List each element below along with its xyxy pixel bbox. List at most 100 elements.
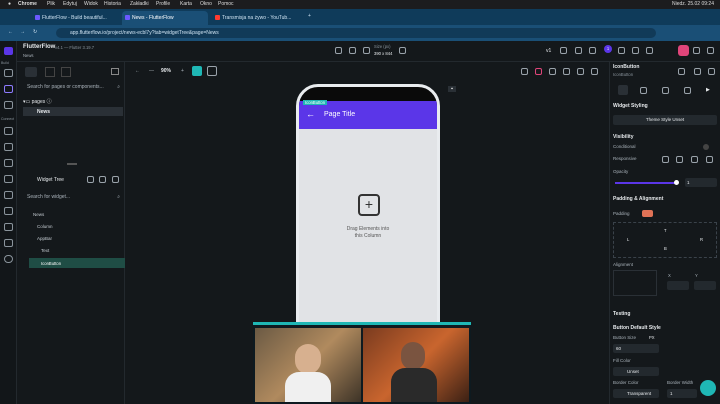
- padding-link-toggle[interactable]: [642, 210, 653, 217]
- search-icon[interactable]: [575, 47, 582, 54]
- fill-color-picker[interactable]: Unset: [613, 367, 659, 376]
- actions-tab-icon[interactable]: [640, 87, 647, 94]
- update-count-badge[interactable]: 1: [604, 45, 612, 53]
- properties-tab-icon[interactable]: [618, 85, 628, 95]
- database-icon[interactable]: [4, 175, 13, 183]
- chat-icon[interactable]: [646, 47, 653, 54]
- zoom-level[interactable]: 90%: [161, 68, 171, 74]
- pad-left-label[interactable]: L: [627, 237, 629, 242]
- library-tab-icon[interactable]: [61, 67, 71, 77]
- pages-header[interactable]: ▾▭ pages ⓘ: [23, 98, 52, 105]
- record-icon[interactable]: [678, 45, 689, 56]
- page-item-news[interactable]: News: [23, 107, 123, 116]
- align-x-input[interactable]: [667, 281, 689, 290]
- phone-device-icon[interactable]: [335, 47, 342, 54]
- tree-item-iconbutton-selected[interactable]: IconButton: [29, 258, 125, 268]
- copy-icon[interactable]: [694, 68, 701, 75]
- menu-app[interactable]: Chrome: [18, 1, 37, 7]
- download-icon[interactable]: [707, 47, 714, 54]
- page-search-input[interactable]: Search for pages or components... ⌕: [19, 82, 123, 92]
- help-icon[interactable]: [591, 68, 598, 75]
- app-bar[interactable]: ← Page Title: [299, 101, 437, 129]
- tablet-landscape-visibility-icon[interactable]: [691, 156, 698, 163]
- desktop-device-icon[interactable]: [363, 47, 370, 54]
- collapse-icon[interactable]: [87, 176, 94, 183]
- pages-tab-icon[interactable]: [25, 67, 37, 77]
- tree-item-news[interactable]: News: [33, 212, 44, 217]
- menu-item[interactable]: Okno: [200, 1, 212, 7]
- more-icon[interactable]: [399, 47, 406, 54]
- widget-search-input[interactable]: Search for widget... ⌕: [19, 192, 123, 202]
- components-tab-icon[interactable]: [45, 67, 55, 77]
- chat-fab-icon[interactable]: [700, 380, 716, 396]
- device-frame-icon[interactable]: [535, 68, 542, 75]
- gear-icon[interactable]: [4, 255, 13, 263]
- browser-tab-active[interactable]: News - FlutterFlow: [122, 11, 208, 25]
- backend-tab-icon[interactable]: [662, 87, 669, 94]
- tablet-visibility-icon[interactable]: [676, 156, 683, 163]
- fit-icon[interactable]: [192, 66, 202, 76]
- menu-item[interactable]: Pomoc: [218, 1, 234, 7]
- column-drop-area[interactable]: + Drag Elements into this Column: [299, 129, 437, 341]
- play-icon[interactable]: [618, 47, 625, 54]
- opacity-slider[interactable]: [615, 180, 679, 185]
- media-icon[interactable]: [4, 143, 13, 151]
- border-width-field[interactable]: 1: [667, 389, 697, 398]
- pad-bottom-label[interactable]: B: [664, 246, 667, 251]
- apple-icon[interactable]: ●: [8, 1, 11, 7]
- info-icon[interactable]: [577, 68, 584, 75]
- reload-icon[interactable]: ↻: [33, 29, 37, 35]
- code-view-icon[interactable]: [632, 47, 639, 54]
- back-icon[interactable]: ←: [8, 29, 13, 35]
- state-icon[interactable]: [4, 207, 13, 215]
- forward-icon[interactable]: →: [20, 29, 25, 35]
- plus-icon[interactable]: +: [358, 194, 380, 216]
- play-tab-icon[interactable]: ▶: [706, 87, 710, 93]
- testing-header[interactable]: Testing: [613, 311, 630, 317]
- widget-tree-icon[interactable]: [4, 85, 13, 93]
- shield-icon[interactable]: [678, 68, 685, 75]
- conditional-toggle[interactable]: [703, 144, 709, 150]
- tree-item-appbar[interactable]: AppBar: [37, 236, 52, 241]
- opacity-slider-thumb[interactable]: [674, 180, 679, 185]
- tree-item-column[interactable]: Column: [37, 224, 53, 229]
- menu-item[interactable]: Karta: [180, 1, 192, 7]
- new-tab-icon[interactable]: +: [308, 13, 311, 19]
- menu-item[interactable]: Widok: [84, 1, 98, 7]
- branch-icon[interactable]: [560, 47, 567, 54]
- theme-style-button[interactable]: Theme Style Unset: [613, 115, 717, 125]
- chat-bubble-icon[interactable]: ▪: [448, 86, 456, 92]
- pages-icon[interactable]: [4, 69, 13, 77]
- api-icon[interactable]: [4, 159, 13, 167]
- options-icon[interactable]: [112, 176, 119, 183]
- code-icon[interactable]: [4, 191, 13, 199]
- unit-label[interactable]: PX: [649, 335, 655, 340]
- theme-icon[interactable]: [4, 127, 13, 135]
- pad-top-label[interactable]: T: [664, 228, 667, 233]
- pad-right-label[interactable]: R: [700, 237, 703, 242]
- preview-icon[interactable]: [693, 47, 700, 54]
- resize-handle[interactable]: [67, 163, 77, 165]
- animations-tab-icon[interactable]: [684, 87, 691, 94]
- lightning-icon[interactable]: [589, 47, 596, 54]
- browser-tab[interactable]: FlutterFlow - Build beautiful...: [32, 11, 120, 25]
- back-arrow-icon[interactable]: ←: [306, 109, 315, 119]
- zoom-minus-icon[interactable]: —: [149, 68, 154, 74]
- border-color-picker[interactable]: Transparent: [613, 389, 659, 398]
- tree-item-text[interactable]: Text: [41, 248, 49, 253]
- zoom-out-icon[interactable]: ←: [135, 68, 140, 74]
- add-page-icon[interactable]: [111, 68, 119, 75]
- button-size-field[interactable]: 60: [613, 344, 659, 353]
- desktop-visibility-icon[interactable]: [706, 156, 713, 163]
- flutterflow-logo-icon[interactable]: [4, 47, 13, 55]
- alignment-grid[interactable]: [613, 270, 657, 296]
- menu-item[interactable]: Plik: [47, 1, 55, 7]
- tablet-device-icon[interactable]: [349, 47, 356, 54]
- phone-visibility-icon[interactable]: [662, 156, 669, 163]
- url-field[interactable]: app.flutterflow.io/project/news-ecbl7y?t…: [56, 28, 656, 38]
- add-widget-icon[interactable]: [99, 176, 106, 183]
- menu-item[interactable]: Profile: [156, 1, 170, 7]
- cloud-icon[interactable]: [4, 223, 13, 231]
- delete-icon[interactable]: [708, 68, 715, 75]
- menu-item[interactable]: Edytuj: [63, 1, 77, 7]
